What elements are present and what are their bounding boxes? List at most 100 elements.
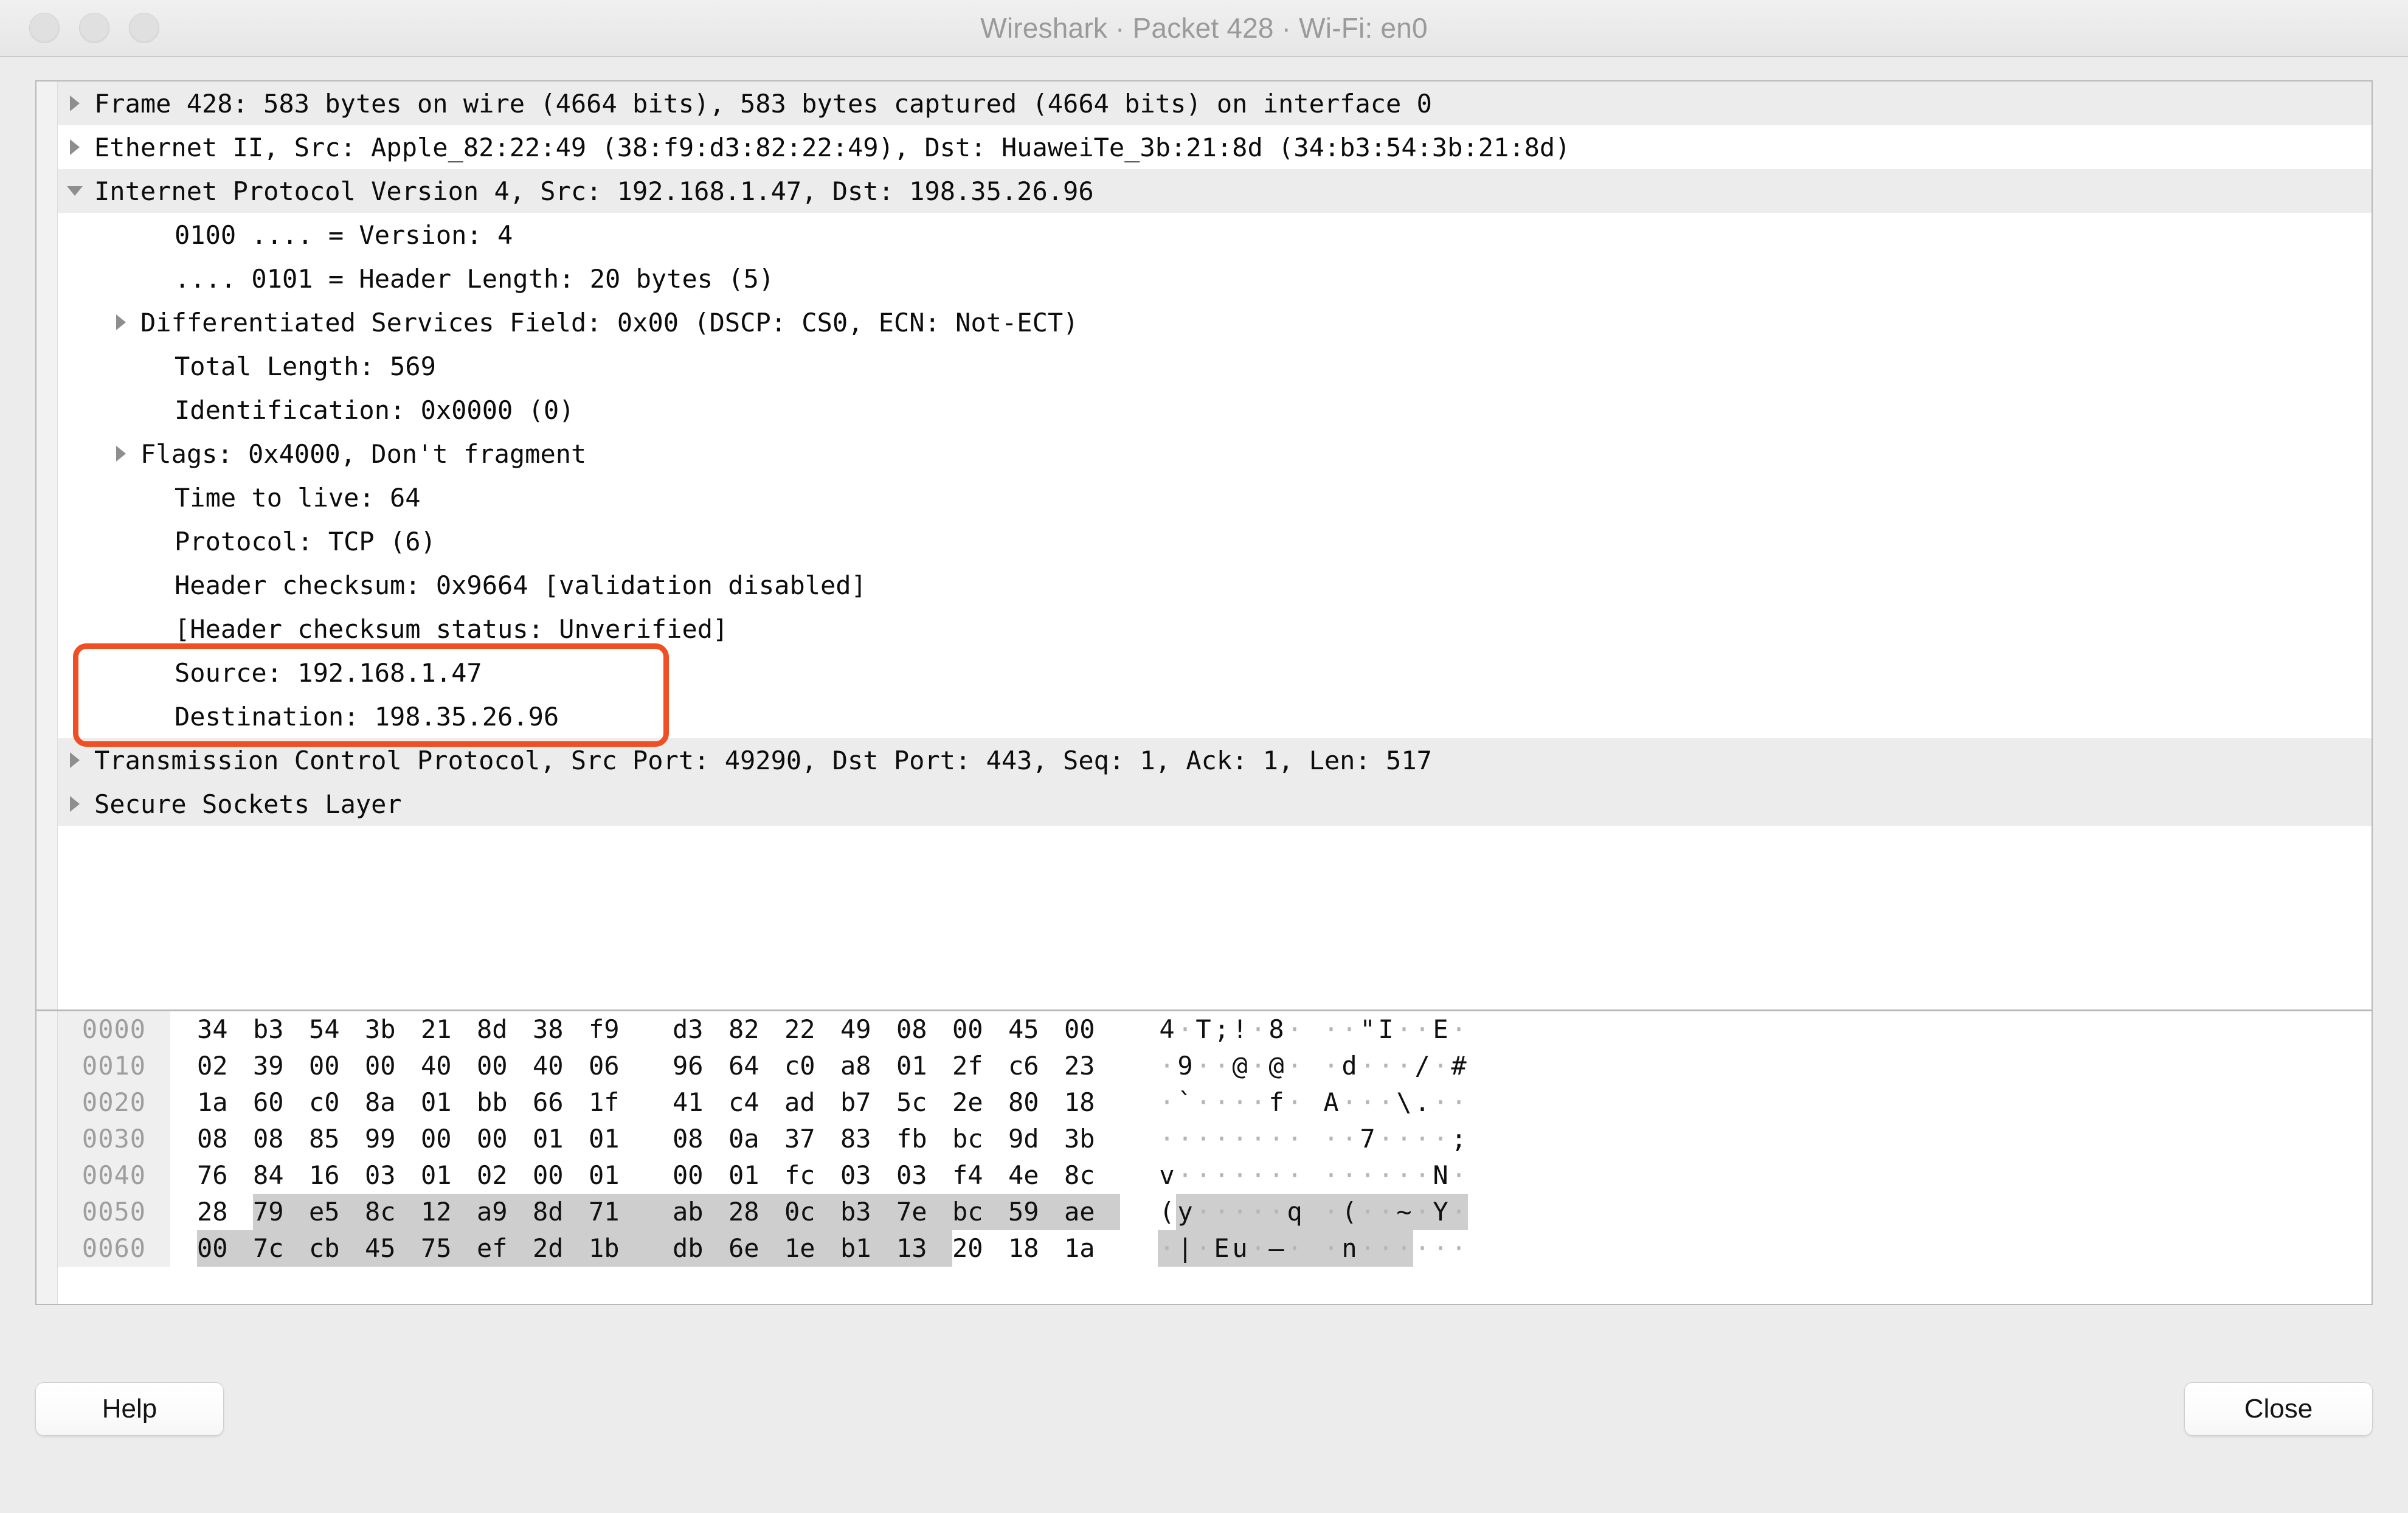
chevron-right-icon[interactable] [58, 782, 92, 826]
chevron-right-icon[interactable] [104, 300, 138, 344]
chevron-right-icon[interactable] [58, 81, 92, 125]
hex-ascii-char[interactable]: · [1194, 1121, 1213, 1157]
hex-byte[interactable]: 00 [1064, 1011, 1120, 1048]
hex-byte[interactable]: 0a [728, 1121, 784, 1157]
hex-ascii-char[interactable]: · [1377, 1048, 1395, 1084]
hex-byte[interactable]: fc [784, 1157, 840, 1194]
hex-ascii-char[interactable]: · [1267, 1157, 1285, 1194]
hex-ascii-char[interactable]: · [1249, 1157, 1267, 1194]
hex-ascii-char[interactable]: · [1267, 1194, 1285, 1230]
hex-byte[interactable]: 18 [1008, 1230, 1064, 1267]
hex-byte[interactable]: cb [309, 1230, 365, 1267]
zoom-window-button[interactable] [129, 13, 159, 43]
hex-byte[interactable]: 82 [728, 1011, 784, 1048]
hex-ascii-char[interactable]: · [1213, 1121, 1231, 1157]
hex-ascii-char[interactable]: E [1213, 1230, 1231, 1267]
hex-ascii-char[interactable]: · [1431, 1084, 1450, 1121]
hex-byte[interactable]: 7e [896, 1194, 952, 1230]
hex-ascii-char[interactable]: # [1450, 1048, 1468, 1084]
hex-byte[interactable]: ab [673, 1194, 728, 1230]
hex-byte[interactable]: 96 [673, 1048, 728, 1084]
hex-byte[interactable]: 85 [309, 1121, 365, 1157]
hex-byte[interactable]: 64 [728, 1048, 784, 1084]
hex-ascii-char[interactable]: · [1267, 1121, 1285, 1157]
hex-byte[interactable]: f4 [952, 1157, 1008, 1194]
hex-byte[interactable]: 8a [365, 1084, 421, 1121]
hex-ascii-char[interactable]: · [1358, 1157, 1377, 1194]
hex-byte[interactable]: 01 [421, 1157, 477, 1194]
hex-byte[interactable]: bc [952, 1194, 1008, 1230]
hex-ascii-char[interactable]: · [1194, 1194, 1213, 1230]
hex-byte[interactable]: 40 [421, 1048, 477, 1084]
hex-byte[interactable]: a8 [840, 1048, 896, 1084]
hex-ascii-char[interactable]: 8 [1267, 1011, 1285, 1048]
hex-ascii-char[interactable]: · [1413, 1011, 1431, 1048]
hex-byte[interactable]: 01 [421, 1084, 477, 1121]
hex-byte[interactable]: 12 [421, 1194, 477, 1230]
hex-byte[interactable]: 80 [1008, 1084, 1064, 1121]
hex-byte[interactable]: d3 [673, 1011, 728, 1048]
hex-byte[interactable]: 79 [253, 1194, 309, 1230]
hex-byte[interactable]: 08 [673, 1121, 728, 1157]
hex-ascii-char[interactable]: · [1285, 1048, 1304, 1084]
hex-byte[interactable]: ae [1064, 1194, 1120, 1230]
hex-byte[interactable]: 45 [365, 1230, 421, 1267]
hex-ascii-char[interactable]: A [1322, 1084, 1340, 1121]
hex-byte[interactable]: 1a [197, 1084, 253, 1121]
tree-row[interactable]: Total Length: 569 [58, 344, 2372, 388]
hex-scrollbar-gutter[interactable] [36, 1011, 58, 1304]
hex-byte[interactable]: 00 [952, 1011, 1008, 1048]
hex-ascii-char[interactable]: · [1194, 1048, 1213, 1084]
hex-ascii-char[interactable]: q [1285, 1194, 1304, 1230]
hex-byte[interactable]: 49 [840, 1011, 896, 1048]
hex-ascii-char[interactable]: · [1213, 1194, 1231, 1230]
hex-ascii-char[interactable]: · [1158, 1048, 1176, 1084]
hex-byte[interactable]: 0c [784, 1194, 840, 1230]
hex-ascii-char[interactable]: T [1194, 1011, 1213, 1048]
hex-ascii-char[interactable]: · [1322, 1194, 1340, 1230]
hex-byte[interactable]: 84 [253, 1157, 309, 1194]
hex-byte[interactable]: 4e [1008, 1157, 1064, 1194]
hex-byte[interactable]: 03 [896, 1157, 952, 1194]
close-window-button[interactable] [29, 13, 60, 43]
hex-byte[interactable]: 00 [477, 1048, 533, 1084]
hex-ascii-char[interactable]: · [1249, 1230, 1267, 1267]
hex-byte[interactable]: fb [896, 1121, 952, 1157]
hex-ascii-char[interactable]: 7 [1358, 1121, 1377, 1157]
hex-ascii-char[interactable]: y [1176, 1194, 1194, 1230]
hex-byte[interactable]: 76 [197, 1157, 253, 1194]
hex-byte[interactable]: 59 [1008, 1194, 1064, 1230]
tree-row[interactable]: Transmission Control Protocol, Src Port:… [58, 738, 2372, 782]
tree-row[interactable]: Flags: 0x4000, Don't fragment [58, 432, 2372, 476]
hex-ascii-char[interactable]: . [1413, 1084, 1431, 1121]
hex-ascii-char[interactable]: · [1194, 1230, 1213, 1267]
hex-ascii-char[interactable]: " [1358, 1011, 1377, 1048]
hex-byte[interactable]: 9d [1008, 1121, 1064, 1157]
hex-ascii-char[interactable]: · [1249, 1194, 1267, 1230]
tree-row[interactable]: Protocol: TCP (6) [58, 519, 2372, 563]
chevron-down-icon[interactable] [58, 169, 92, 213]
hex-ascii-char[interactable]: d [1340, 1048, 1358, 1084]
hex-ascii-char[interactable]: · [1340, 1011, 1358, 1048]
hex-ascii-char[interactable]: · [1158, 1230, 1176, 1267]
hex-byte[interactable]: 1b [589, 1230, 645, 1267]
hex-ascii-char[interactable]: · [1176, 1157, 1194, 1194]
hex-byte[interactable]: 00 [197, 1230, 253, 1267]
hex-byte[interactable]: 71 [589, 1194, 645, 1230]
hex-byte[interactable]: 83 [840, 1121, 896, 1157]
hex-row[interactable]: 0000 34 b3 54 3b 21 8d 38 f9 d3 82 22 49 08 00 45 00 4 · T;… [58, 1011, 2372, 1048]
hex-ascii-char[interactable]: · [1285, 1121, 1304, 1157]
hex-byte[interactable]: b7 [840, 1084, 896, 1121]
hex-ascii-char[interactable]: · [1413, 1157, 1431, 1194]
hex-ascii-char[interactable]: · [1231, 1157, 1249, 1194]
hex-byte[interactable]: 7c [253, 1230, 309, 1267]
hex-byte[interactable]: b3 [840, 1194, 896, 1230]
hex-ascii-char[interactable]: · [1431, 1230, 1450, 1267]
hex-ascii-char[interactable]: f [1267, 1084, 1285, 1121]
hex-ascii-char[interactable]: · [1322, 1121, 1340, 1157]
hex-byte[interactable]: 06 [589, 1048, 645, 1084]
hex-byte[interactable]: c4 [728, 1084, 784, 1121]
hex-ascii-char[interactable]: · [1231, 1084, 1249, 1121]
tree-row[interactable]: Secure Sockets Layer [58, 782, 2372, 826]
hex-ascii-char[interactable]: · [1377, 1194, 1395, 1230]
